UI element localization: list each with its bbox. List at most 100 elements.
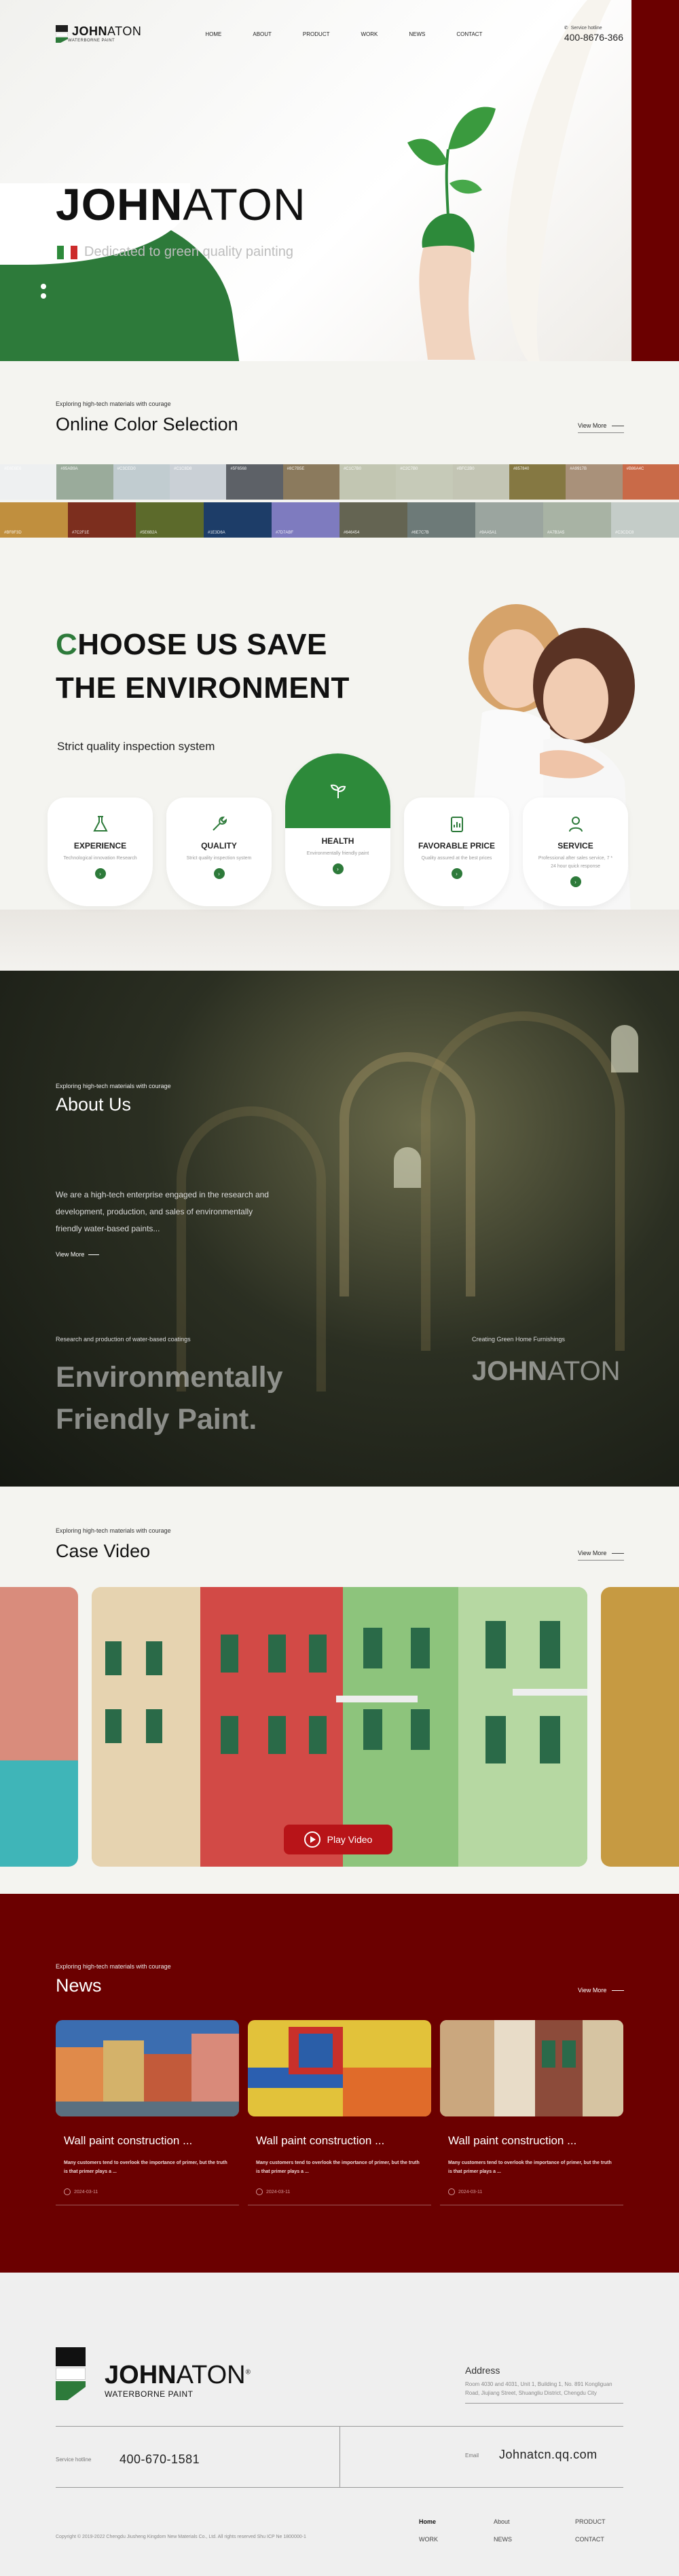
colors-view-more-link[interactable]: View More	[578, 422, 625, 433]
color-swatch[interactable]: #646454	[340, 502, 407, 538]
news-kicker: Exploring high-tech materials with coura…	[56, 1963, 171, 1970]
video-slide-main[interactable]: Play Video	[92, 1587, 587, 1867]
color-swatch[interactable]: #7D7ABF	[272, 502, 340, 538]
color-swatch[interactable]: #9AA5A1	[475, 502, 543, 538]
slider-dot-1[interactable]	[41, 284, 46, 289]
footer-link-news[interactable]: NEWS	[494, 2536, 575, 2543]
color-swatch[interactable]: #C1C8D8	[169, 464, 227, 500]
slider-dot-2[interactable]	[41, 293, 46, 299]
news-card-title[interactable]: Wall paint construction ...	[440, 2134, 623, 2148]
nav-home[interactable]: HOME	[205, 31, 221, 37]
logo-mark-icon	[56, 25, 68, 43]
white-bedsheet	[0, 910, 679, 971]
footer-link-home[interactable]: Home	[419, 2518, 494, 2525]
footer-email[interactable]: Johnatcn.qq.com	[499, 2448, 598, 2462]
cathedral-arch	[177, 1106, 326, 1392]
choose-us-title-line1: HOOSE US SAVE	[77, 628, 327, 661]
color-swatch-code: #C3CDC8	[615, 531, 634, 535]
color-swatch[interactable]: #C3CDC8	[611, 502, 679, 538]
brand-logo[interactable]: JOHNATON WATERBORNE PAINT	[56, 25, 141, 43]
footer-address: Room 4030 and 4031, Unit 1, Building 1, …	[465, 2381, 612, 2396]
news-image	[248, 2020, 431, 2116]
color-swatch[interactable]: #857840	[509, 464, 566, 500]
color-swatch[interactable]: #E6E6E6	[0, 464, 57, 500]
nav-about[interactable]: ABOUT	[253, 31, 272, 37]
color-swatch[interactable]: #A9917B	[566, 464, 623, 500]
feature-card-health[interactable]: HEALTH Environmentally friendly paint ›	[285, 753, 390, 906]
feature-card-quality[interactable]: QUALITY Strict quality inspection system…	[166, 798, 272, 906]
footer-link-product[interactable]: PRODUCT	[575, 2518, 629, 2525]
red-paint-panel	[631, 0, 679, 361]
footer-hotline[interactable]: 400-670-1581	[120, 2452, 200, 2467]
nav-work[interactable]: WORK	[361, 31, 378, 37]
news-card[interactable]: Wall paint construction ... Many custome…	[56, 2020, 239, 2205]
color-swatch[interactable]: #BF8F3D	[0, 502, 68, 538]
video-view-more-label: View More	[578, 1550, 607, 1556]
video-slide-prev[interactable]	[0, 1587, 78, 1867]
color-swatch-code: #1E3D6A	[208, 531, 225, 535]
color-swatch[interactable]: #C1C7B0	[339, 464, 397, 500]
footer-logo[interactable]: JOHNATON® WATERBORNE PAINT	[56, 2347, 251, 2400]
color-swatch[interactable]: #1E3D6A	[204, 502, 272, 538]
hotline[interactable]: ✆ Service hotline 400-8676-366	[564, 25, 623, 43]
color-swatch-code: #857840	[513, 467, 530, 471]
feature-card-title: FAVORABLE PRICE	[418, 841, 496, 851]
feature-card-title: QUALITY	[201, 841, 237, 851]
news-card-title[interactable]: Wall paint construction ...	[56, 2134, 239, 2148]
color-swatch[interactable]: #6E7C7B	[407, 502, 475, 538]
play-video-label: Play Video	[327, 1834, 373, 1845]
feature-card-title: EXPERIENCE	[73, 841, 127, 851]
video-carousel: Play Video	[0, 1587, 679, 1867]
nav-menu: HOME ABOUT PRODUCT WORK NEWS CONTACT	[205, 31, 482, 37]
about-title: About Us	[56, 1094, 132, 1115]
news-card-date: 2024-03-11	[440, 2188, 623, 2195]
news-card-title[interactable]: Wall paint construction ...	[248, 2134, 431, 2148]
color-swatch[interactable]: #C2C7B0	[396, 464, 453, 500]
color-swatch[interactable]: #8C7B5E	[282, 464, 340, 500]
color-swatch[interactable]: #7C2F1E	[68, 502, 136, 538]
play-video-button[interactable]: Play Video	[284, 1825, 392, 1854]
hero-section: JOHNATON WATERBORNE PAINT HOME ABOUT PRO…	[0, 0, 679, 361]
color-swatch[interactable]: #5E6B2A	[136, 502, 204, 538]
footer-link-about[interactable]: About	[494, 2518, 575, 2525]
video-view-more-link[interactable]: View More	[578, 1550, 625, 1561]
news-view-more-link[interactable]: View More	[578, 1987, 624, 1994]
color-swatch-code: #B86A4C	[626, 467, 644, 471]
italy-flag-icon	[57, 245, 77, 259]
nav-news[interactable]: NEWS	[409, 31, 425, 37]
news-card-date-text: 2024-03-11	[458, 2189, 483, 2195]
color-swatch-code: #7C2F1E	[72, 531, 90, 535]
news-card[interactable]: Wall paint construction ... Many custome…	[248, 2020, 431, 2205]
news-card[interactable]: Wall paint construction ... Many custome…	[440, 2020, 623, 2205]
color-swatch-code: #7D7ABF	[276, 531, 294, 535]
feature-card-health-top	[285, 753, 390, 828]
color-swatch[interactable]: #C3CED0	[113, 464, 170, 500]
feature-cards: EXPERIENCE Technological innovation Rese…	[48, 753, 628, 906]
video-slide-next[interactable]	[601, 1587, 679, 1867]
color-swatch[interactable]: #BFC2B0	[452, 464, 509, 500]
color-swatch[interactable]: #A7B3A5	[543, 502, 611, 538]
color-swatch-code: #C2C7B0	[400, 467, 418, 471]
color-swatch[interactable]: #5F6568	[226, 464, 283, 500]
nav-contact[interactable]: CONTACT	[456, 31, 482, 37]
footer-link-contact[interactable]: CONTACT	[575, 2536, 629, 2543]
footer-link-work[interactable]: WORK	[419, 2536, 494, 2543]
about-view-more-link[interactable]: View More	[56, 1251, 99, 1258]
about-big-slogan-line2: Friendly Paint.	[56, 1403, 257, 1436]
news-card-excerpt: Many customers tend to overlook the impo…	[256, 2161, 420, 2174]
hero-subtitle-text: Dedicated to green quality painting	[84, 244, 293, 259]
feature-card-experience[interactable]: EXPERIENCE Technological innovation Rese…	[48, 798, 153, 906]
top-nav: JOHNATON WATERBORNE PAINT HOME ABOUT PRO…	[56, 20, 623, 48]
feature-card-service[interactable]: SERVICE Professional after sales service…	[523, 798, 628, 906]
footer: JOHNATON® WATERBORNE PAINT Address Room …	[0, 2273, 679, 2576]
news-card-date-text: 2024-03-11	[266, 2189, 291, 2195]
color-swatch[interactable]: #95AB9A	[56, 464, 113, 500]
color-swatch[interactable]: #B86A4C	[622, 464, 679, 500]
nav-product[interactable]: PRODUCT	[303, 31, 330, 37]
feature-card-price[interactable]: FAVORABLE PRICE Quality assured at the b…	[404, 798, 509, 906]
footer-email-label: Email	[465, 2452, 479, 2459]
arrow-right-icon: ›	[213, 868, 225, 879]
hand-with-sprout-image	[407, 107, 496, 360]
hotline-label: Service hotline	[570, 25, 602, 31]
slider-dots	[41, 284, 46, 299]
